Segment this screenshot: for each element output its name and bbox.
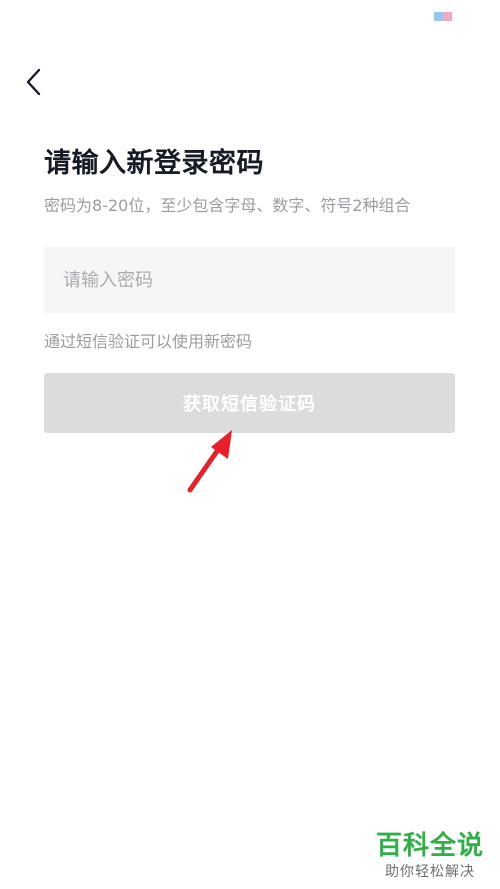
password-field[interactable] [44,247,455,313]
status-indicator-icon [434,12,452,21]
password-input[interactable] [44,247,455,313]
back-button[interactable] [18,64,50,100]
reset-password-screen: 请输入新登录密码 密码为8-20位，至少包含字母、数字、符号2种组合 通过短信验… [0,0,500,889]
password-rules-text: 密码为8-20位，至少包含字母、数字、符号2种组合 [44,196,411,215]
get-sms-code-button[interactable]: 获取短信验证码 [44,373,455,433]
chevron-left-icon [26,68,41,96]
watermark-title: 百科全说 [375,831,484,862]
watermark-logo: 百科全说 助你轻松解决 [376,832,484,881]
red-arrow-icon [187,430,232,493]
watermark-subtitle: 助你轻松解决 [384,864,475,880]
sms-verification-hint: 通过短信验证可以使用新密码 [44,332,253,351]
page-title: 请输入新登录密码 [44,148,264,179]
